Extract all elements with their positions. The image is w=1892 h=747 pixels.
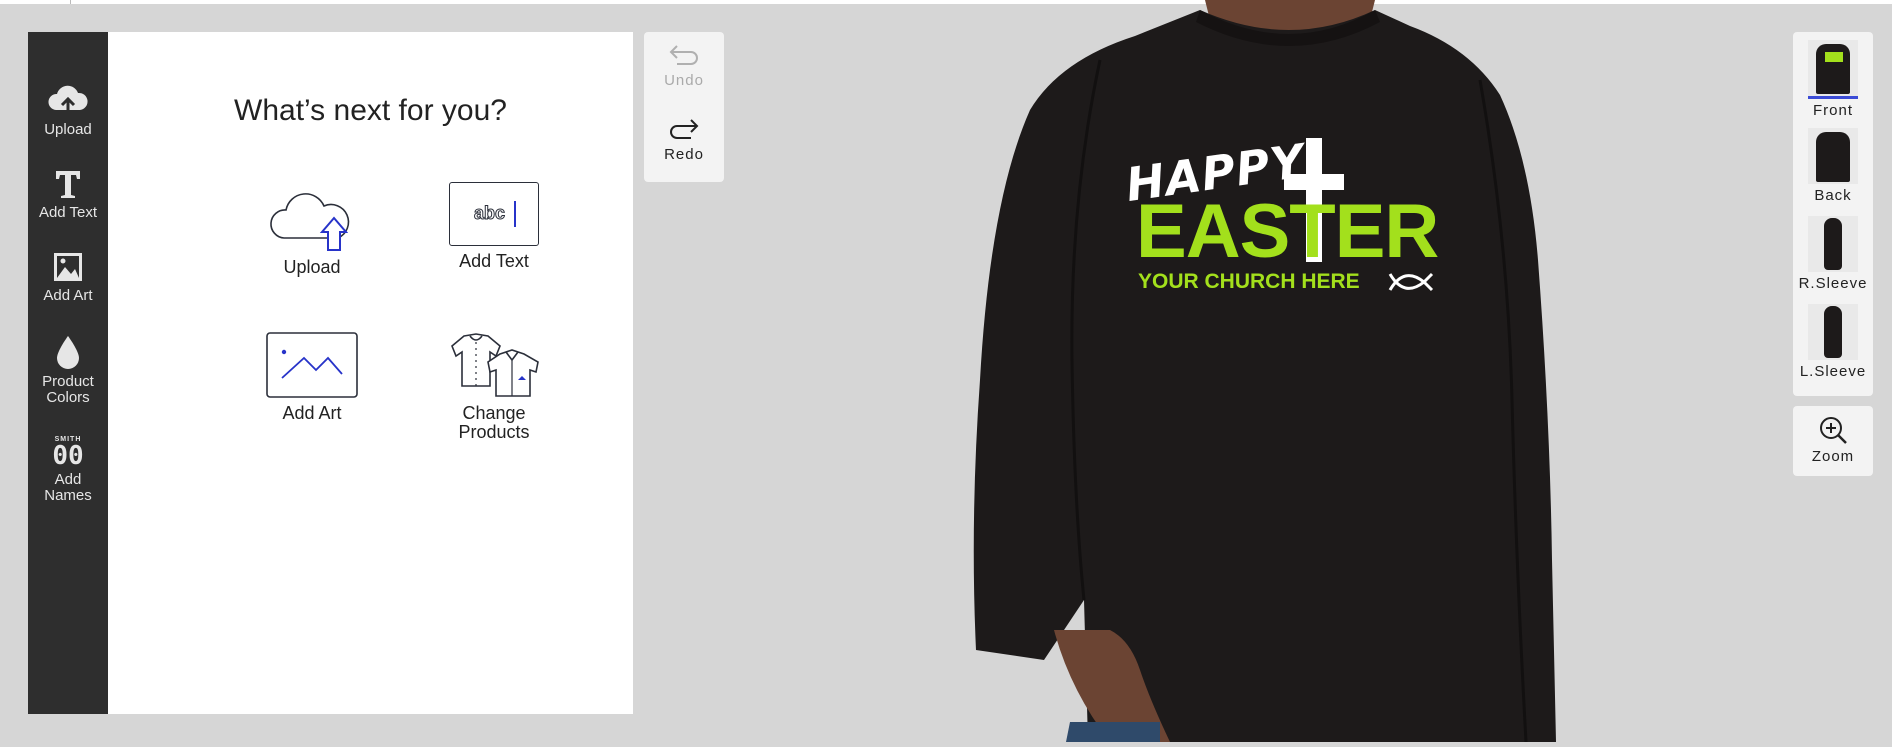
image-icon: [54, 253, 82, 281]
cloud-upload-icon: [270, 193, 350, 251]
zoom-in-icon: [1820, 417, 1847, 444]
top-bar-divider: [70, 0, 71, 4]
view-right-sleeve-button[interactable]: R.Sleeve: [1793, 216, 1873, 292]
design-line-church: YOUR CHURCH HERE: [1138, 270, 1360, 293]
rail-product-colors-button[interactable]: Product Colors: [28, 334, 108, 406]
view-selector: Front Back R.Sleeve L.Sleeve: [1793, 32, 1873, 396]
thumb-sleeve-right: [1824, 218, 1842, 270]
undo-label: Undo: [664, 72, 704, 89]
rail-upload-label: Upload: [44, 121, 92, 138]
rail-add-art-button[interactable]: Add Art: [28, 250, 108, 304]
view-front-label: Front: [1812, 102, 1853, 119]
view-left-sleeve-button[interactable]: L.Sleeve: [1793, 304, 1873, 380]
shirts-icon: [451, 333, 539, 397]
tool-rail: Upload Add Text Add Art Product Colors S…: [28, 32, 108, 714]
long-sleeve-shirt: [973, 0, 1556, 743]
thumb-sleeve-left: [1824, 306, 1842, 358]
view-back-label: Back: [1814, 187, 1852, 204]
redo-button[interactable]: Redo: [644, 116, 724, 163]
view-front-thumbnail: [1808, 40, 1858, 99]
tile-change-products[interactable]: Change Products: [419, 332, 569, 442]
undo-arrow-icon: [669, 45, 698, 65]
thumb-shirt-back: [1816, 132, 1850, 182]
text-box-icon: abc: [449, 182, 539, 246]
tile-add-art-label: Add Art: [282, 403, 342, 423]
view-left-sleeve-thumbnail: [1808, 304, 1858, 360]
zoom-button[interactable]: Zoom: [1793, 406, 1873, 476]
tile-add-text[interactable]: abc Add Text: [419, 182, 569, 271]
tile-change-products-label: Change Products: [458, 403, 530, 442]
design-line-easter: EASTER: [1136, 189, 1439, 274]
rail-add-art-label: Add Art: [43, 287, 93, 304]
whats-next-panel: What’s next for you? Upload abc Add Text…: [108, 32, 633, 714]
text-cursor: [514, 201, 516, 227]
view-left-sleeve-label: L.Sleeve: [1799, 363, 1867, 380]
rail-add-names-label: Add Names: [44, 471, 92, 504]
view-back-thumbnail: [1808, 128, 1858, 184]
panel-title: What’s next for you?: [234, 94, 507, 127]
history-controls: Undo Redo: [644, 32, 724, 182]
names-number: 00: [52, 441, 84, 471]
tile-upload[interactable]: Upload: [237, 182, 387, 277]
text-sample: abc: [473, 203, 506, 224]
rail-add-text-button[interactable]: Add Text: [28, 167, 108, 221]
text-t-icon: [56, 171, 80, 198]
view-right-sleeve-label: R.Sleeve: [1798, 275, 1868, 292]
droplet-icon: [57, 336, 79, 369]
rail-add-names-button[interactable]: SMITH 00 Add Names: [28, 436, 108, 504]
top-bar: [0, 0, 1892, 4]
view-back-button[interactable]: Back: [1793, 128, 1873, 204]
tile-upload-label: Upload: [283, 257, 341, 277]
rail-upload-button[interactable]: Upload: [28, 84, 108, 138]
jersey-number-icon: SMITH 00: [48, 436, 88, 471]
rail-product-colors-label: Product Colors: [42, 373, 94, 406]
tile-add-art[interactable]: Add Art: [237, 332, 387, 423]
zoom-label: Zoom: [1811, 448, 1855, 465]
tile-add-text-label: Add Text: [459, 251, 529, 271]
print-design[interactable]: HAPPY EASTER YOUR CHURCH HERE: [1122, 133, 1450, 306]
jeans-hint: [1066, 722, 1160, 742]
redo-arrow-icon: [670, 119, 699, 139]
view-front-button[interactable]: Front: [1793, 40, 1873, 119]
rail-add-text-label: Add Text: [38, 204, 98, 221]
cloud-upload-icon: [48, 85, 88, 114]
undo-button[interactable]: Undo: [644, 42, 724, 89]
redo-label: Redo: [664, 146, 704, 163]
picture-icon: [266, 332, 358, 398]
product-preview[interactable]: HAPPY EASTER YOUR CHURCH HERE: [960, 0, 1600, 743]
thumb-print-front: [1825, 52, 1843, 62]
view-right-sleeve-thumbnail: [1808, 216, 1858, 272]
ichthys-fish-icon: [1388, 272, 1434, 292]
